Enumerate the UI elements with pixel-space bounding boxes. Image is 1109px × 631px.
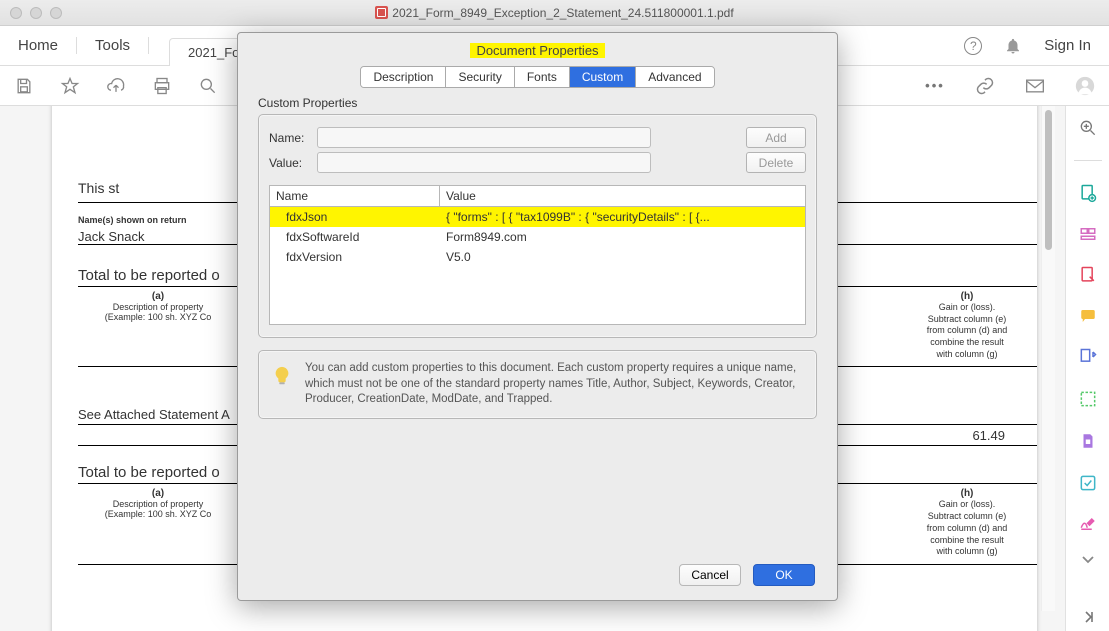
- col-h-header: (h) Gain or (loss). Subtract column (e) …: [917, 291, 1037, 360]
- name-label: Name:: [269, 131, 317, 145]
- add-button[interactable]: Add: [746, 127, 806, 148]
- doc-intro: This st: [78, 180, 119, 196]
- zoom-icon[interactable]: [1077, 118, 1099, 138]
- home-tab[interactable]: Home: [0, 37, 77, 54]
- redact-icon[interactable]: [1077, 389, 1099, 409]
- combine-icon[interactable]: [1077, 225, 1099, 243]
- titlebar: 2021_Form_8949_Exception_2_Statement_24.…: [0, 0, 1109, 26]
- doc-scrollbar[interactable]: [1041, 106, 1055, 611]
- bell-icon[interactable]: [1004, 37, 1022, 55]
- search-icon[interactable]: [198, 76, 218, 96]
- properties-table[interactable]: Name Value fdxJson { "forms" : [ { "tax1…: [269, 185, 806, 325]
- tools-tab[interactable]: Tools: [77, 37, 149, 54]
- value-input[interactable]: [317, 152, 651, 173]
- name-value: Jack Snack: [78, 229, 248, 244]
- tab-description[interactable]: Description: [361, 67, 446, 87]
- tab-fonts[interactable]: Fonts: [515, 67, 570, 87]
- amount-value: 61.49: [972, 428, 1037, 445]
- value-label: Value:: [269, 156, 317, 170]
- tab-advanced[interactable]: Advanced: [636, 67, 713, 87]
- star-icon[interactable]: [60, 76, 80, 96]
- comment-icon[interactable]: [1077, 307, 1099, 325]
- cloud-upload-icon[interactable]: [106, 76, 126, 96]
- sign-in-link[interactable]: Sign In: [1044, 37, 1091, 54]
- table-row[interactable]: fdxSoftwareId Form8949.com: [270, 227, 805, 247]
- chevron-down-icon[interactable]: [1077, 555, 1099, 565]
- help-icon[interactable]: [964, 37, 982, 55]
- collapse-panel-icon[interactable]: [1077, 609, 1099, 625]
- dialog-title: Document Properties: [238, 33, 837, 66]
- more-icon[interactable]: •••: [925, 76, 945, 96]
- protect-icon[interactable]: [1077, 431, 1099, 451]
- window-title-text: 2021_Form_8949_Exception_2_Statement_24.…: [392, 6, 733, 20]
- user-icon[interactable]: [1075, 76, 1095, 96]
- info-text: You can add custom properties to this do…: [305, 361, 804, 408]
- tab-security[interactable]: Security: [446, 67, 514, 87]
- create-pdf-icon[interactable]: [1077, 183, 1099, 203]
- tab-custom[interactable]: Custom: [570, 67, 636, 87]
- window-title: 2021_Form_8949_Exception_2_Statement_24.…: [0, 6, 1109, 20]
- info-box: You can add custom properties to this do…: [258, 350, 817, 419]
- col-a-header-2: (a) Description of property (Example: 10…: [78, 488, 238, 557]
- ok-button[interactable]: OK: [753, 564, 815, 586]
- edit-pdf-icon[interactable]: [1077, 265, 1099, 285]
- col-h-header-2: (h) Gain or (loss). Subtract column (e) …: [917, 488, 1037, 557]
- save-icon[interactable]: [14, 76, 34, 96]
- custom-properties-box: Name: Add Value: Delete Name Value fdxJs…: [258, 114, 817, 338]
- delete-button[interactable]: Delete: [746, 152, 806, 173]
- organize-icon[interactable]: [1077, 347, 1099, 367]
- col-a-header: (a) Description of property (Example: 10…: [78, 291, 238, 360]
- print-icon[interactable]: [152, 76, 172, 96]
- custom-properties-heading: Custom Properties: [258, 96, 817, 110]
- mail-icon[interactable]: [1025, 76, 1045, 96]
- name-input[interactable]: [317, 127, 651, 148]
- dialog-tabs: Description Security Fonts Custom Advanc…: [360, 66, 714, 88]
- table-row[interactable]: fdxJson { "forms" : [ { "tax1099B" : { "…: [270, 207, 805, 227]
- document-properties-dialog: Document Properties Description Security…: [237, 32, 838, 601]
- pdf-icon: [375, 6, 388, 19]
- right-panel: [1065, 106, 1109, 631]
- sign-icon[interactable]: [1077, 515, 1099, 533]
- names-label: Name(s) shown on return: [78, 215, 248, 225]
- col-value-header: Value: [440, 186, 805, 206]
- col-name-header: Name: [270, 186, 440, 206]
- cancel-button[interactable]: Cancel: [679, 564, 741, 586]
- link-icon[interactable]: [975, 76, 995, 96]
- table-row[interactable]: fdxVersion V5.0: [270, 247, 805, 267]
- lightbulb-icon: [271, 365, 293, 387]
- compress-icon[interactable]: [1077, 473, 1099, 493]
